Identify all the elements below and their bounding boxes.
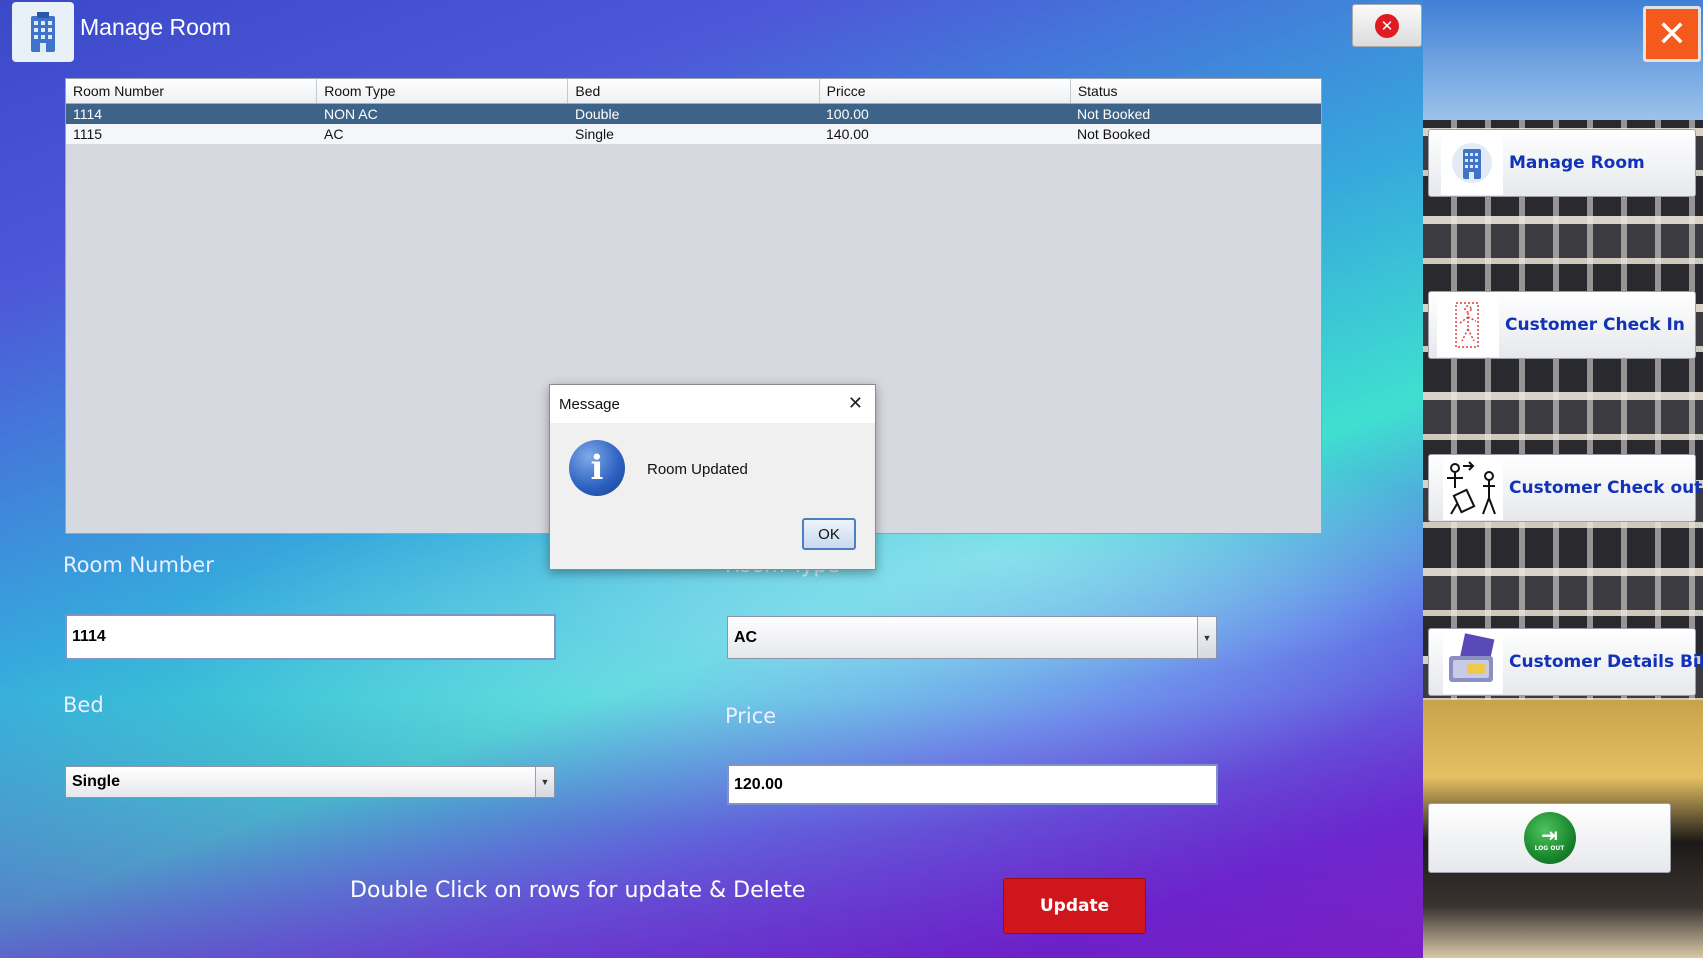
dialog-message: Room Updated (647, 461, 748, 478)
close-x-icon[interactable]: ✕ (1643, 6, 1701, 62)
column-header[interactable]: Room Number (66, 79, 318, 103)
column-header[interactable]: Bed (568, 79, 820, 103)
price-label: Price (725, 704, 777, 728)
sidebar-item-label: Customer Check In (1505, 315, 1685, 335)
table-header: Room Number Room Type Bed Pricce Status (66, 79, 1321, 104)
logout-icon-text: LOG OUT (1534, 844, 1565, 852)
ok-button[interactable]: OK (802, 518, 856, 550)
table-cell: 1115 (73, 126, 103, 142)
sidebar-item-label: Customer Details Bill (1509, 652, 1703, 672)
room-type-value: AC (734, 628, 758, 646)
sidebar-item-customer-details-bill[interactable]: Customer Details Bill (1428, 628, 1703, 696)
info-icon: i (569, 440, 625, 496)
red-circle-x-icon: ✕ (1375, 13, 1399, 38)
table-cell: NON AC (324, 106, 378, 122)
column-header[interactable]: Room Type (317, 79, 569, 103)
close-icon[interactable]: ✕ (848, 393, 863, 414)
room-number-input[interactable]: 1114 (65, 614, 556, 660)
table-cell: 140.00 (826, 126, 869, 142)
table-cell: 100.00 (826, 106, 869, 122)
sidebar-item-customer-check-out[interactable]: Customer Check out (1428, 454, 1702, 522)
column-header[interactable]: Pricce (820, 79, 1071, 103)
dialog-titlebar: Message ✕ (550, 385, 875, 423)
bed-select[interactable]: Single ▼ (65, 766, 555, 798)
table-cell: Not Booked (1077, 106, 1151, 122)
update-button[interactable]: Update (1003, 878, 1146, 934)
bed-label: Bed (63, 693, 104, 717)
room-number-label: Room Number (63, 553, 214, 577)
page-title: Manage Room (80, 14, 231, 40)
sidebar-item-customer-check-in[interactable]: Customer Check In (1428, 291, 1696, 359)
logout-button[interactable]: ⇥ LOG OUT (1428, 803, 1671, 873)
table-cell: Not Booked (1077, 126, 1151, 142)
instruction-text: Double Click on rows for update & Delete (350, 878, 806, 903)
table-cell: Double (575, 106, 620, 122)
hotel-building-icon (1441, 131, 1503, 195)
bed-value: Single (72, 773, 121, 790)
sidebar-item-manage-room[interactable]: Manage Room (1428, 129, 1696, 197)
table-row[interactable]: 1115 AC Single 140.00 Not Booked (66, 124, 1321, 144)
check-in-door-icon (1437, 293, 1499, 357)
chevron-down-icon[interactable]: ▼ (1197, 617, 1216, 658)
dialog-title: Message (559, 395, 620, 413)
room-type-select[interactable]: AC ▼ (727, 616, 1217, 659)
price-input[interactable]: 120.00 (727, 764, 1218, 805)
bill-payment-icon (1443, 630, 1503, 694)
close-button[interactable]: ✕ (1352, 4, 1422, 47)
table-row-selected[interactable]: 1114 NON AC Double 100.00 Not Booked (66, 104, 1321, 124)
table-cell: 1114 (73, 106, 103, 122)
message-dialog[interactable]: Message ✕ i Room Updated OK (549, 384, 876, 570)
sidebar-item-label: Customer Check out (1509, 478, 1703, 498)
column-header[interactable]: Status (1071, 79, 1321, 103)
hotel-building-icon (12, 2, 74, 62)
table-cell: AC (324, 126, 344, 142)
sidebar-item-label: Manage Room (1509, 153, 1645, 173)
table-cell: Single (575, 126, 614, 142)
check-out-traveler-icon (1443, 456, 1503, 520)
chevron-down-icon[interactable]: ▼ (535, 767, 554, 797)
logout-icon: ⇥ LOG OUT (1523, 812, 1576, 864)
